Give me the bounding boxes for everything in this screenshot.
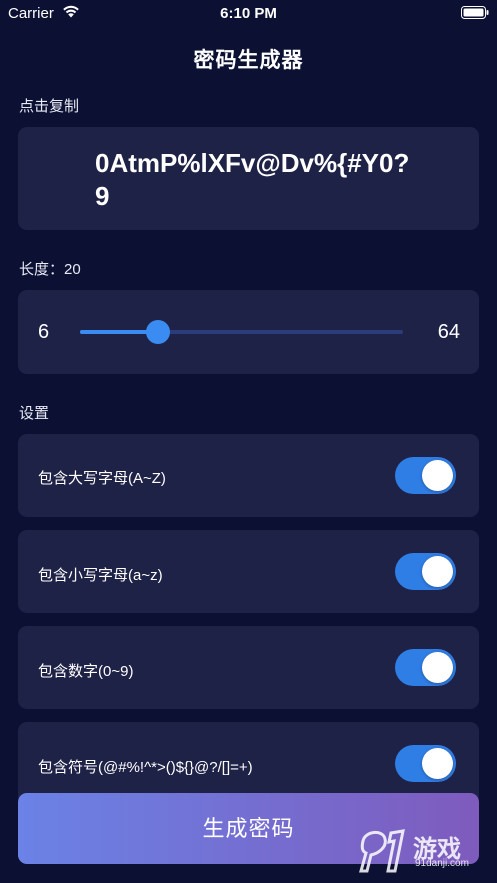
slider-max-label: 64: [437, 321, 460, 343]
uppercase-toggle[interactable]: [395, 457, 456, 494]
symbols-toggle[interactable]: [395, 745, 456, 782]
watermark-site: 91danji.com: [415, 858, 469, 869]
option-label: 包含符号(@#%!^*>()${}@?/[]=+): [38, 759, 253, 776]
settings-label: 设置: [19, 405, 50, 422]
option-label: 包含数字(0~9): [38, 663, 134, 680]
toggle-knob: [422, 556, 453, 587]
password-card[interactable]: 0AtmP%lXFv@Dv%{#Y0?9: [18, 127, 479, 230]
length-slider-card: 6 64: [18, 290, 479, 374]
generated-password[interactable]: 0AtmP%lXFv@Dv%{#Y0?9: [95, 147, 415, 213]
clock: 6:10 PM: [220, 5, 277, 22]
option-label: 包含小写字母(a~z): [38, 567, 163, 584]
option-lowercase: 包含小写字母(a~z): [18, 530, 479, 613]
page-title: 密码生成器: [193, 49, 304, 72]
length-slider[interactable]: [80, 320, 403, 344]
slider-min-label: 6: [38, 321, 50, 343]
length-label: 长度：20: [19, 261, 81, 278]
option-digits: 包含数字(0~9): [18, 626, 479, 709]
toggle-knob: [422, 460, 453, 491]
copy-section-label: 点击复制: [19, 98, 80, 115]
watermark-logo-icon: [359, 829, 405, 873]
option-uppercase: 包含大写字母(A~Z): [18, 434, 479, 517]
slider-thumb[interactable]: [145, 320, 170, 344]
option-label: 包含大写字母(A~Z): [38, 470, 166, 487]
battery-icon: [461, 6, 489, 19]
lowercase-toggle[interactable]: [395, 553, 456, 590]
status-bar: Carrier 6:10 PM: [0, 0, 497, 28]
toggle-knob: [422, 652, 453, 683]
digits-toggle[interactable]: [395, 649, 456, 686]
site-watermark: 游戏 91danji.com: [357, 827, 491, 879]
toggle-knob: [422, 748, 453, 779]
